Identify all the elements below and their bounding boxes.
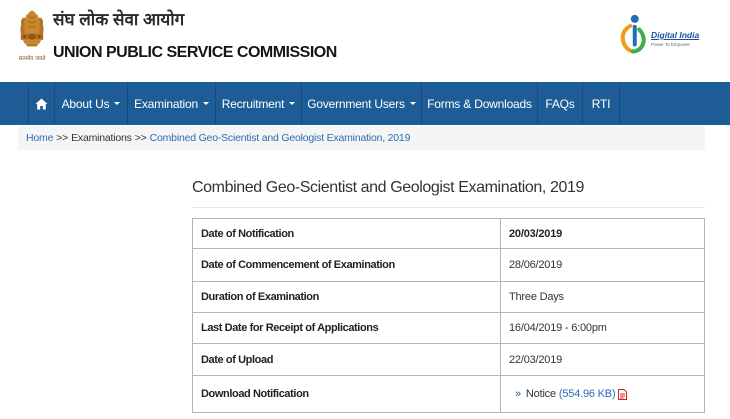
nav-item-government-users[interactable]: Government Users	[302, 82, 422, 125]
digital-india-tagline: Power To Empower	[651, 42, 690, 47]
nav-item-home[interactable]	[28, 82, 55, 125]
detail-label: Date of Upload	[192, 343, 501, 376]
nav-item-forms-downloads[interactable]: Forms & Downloads	[422, 82, 538, 125]
download-notice-link[interactable]: » Notice (554.96 KB)	[509, 388, 628, 400]
exam-details-table: Date of Notification 20/03/2019 Date of …	[192, 218, 705, 413]
breadcrumb-separator: >>	[56, 132, 69, 144]
page-title: Combined Geo-Scientist and Geologist Exa…	[192, 178, 705, 208]
detail-label: Date of Notification	[192, 218, 501, 249]
detail-label: Duration of Examination	[192, 281, 501, 313]
emblem-motto: सत्यमेव जयते	[18, 56, 46, 62]
breadcrumb: Home >> Examinations >> Combined Geo-Scienti…	[18, 126, 705, 150]
main-nav-list: About Us Examination Recruitment Governm…	[28, 82, 620, 125]
digital-india-logo-link[interactable]: Digital India Power To Empower	[616, 8, 706, 60]
site-title-english: UNION PUBLIC SERVICE COMMISSION	[53, 44, 337, 61]
nav-item-label: Examination	[134, 96, 198, 111]
pdf-icon[interactable]	[618, 388, 628, 400]
nav-item-label: FAQs	[545, 96, 575, 111]
table-row-download: Download Notification » Notice (554.96 K…	[192, 375, 705, 413]
caret-down-icon	[114, 102, 121, 105]
detail-label: Date of Commencement of Examination	[192, 248, 501, 282]
detail-label: Download Notification	[192, 375, 501, 413]
page: सत्यमेव जयते संघ लोक सेवा आयोग UNION PUB…	[0, 0, 730, 419]
nav-item-examination[interactable]: Examination	[128, 82, 216, 125]
breadcrumb-current-page-link[interactable]: Combined Geo-Scientist and Geologist Exa…	[150, 132, 411, 144]
digital-india-logo-icon	[620, 14, 646, 54]
breadcrumb-separator: >>	[134, 132, 147, 144]
exam-details-body: Date of Notification 20/03/2019 Date of …	[192, 218, 705, 413]
main-nav: About Us Examination Recruitment Governm…	[0, 82, 730, 125]
breadcrumb-home-link[interactable]: Home	[26, 132, 53, 144]
table-row: Date of Upload 22/03/2019	[192, 343, 705, 376]
table-row: Date of Notification 20/03/2019	[192, 218, 705, 249]
nav-item-label: RTI	[591, 96, 611, 111]
table-row: Last Date for Receipt of Applications 16…	[192, 312, 705, 344]
nav-item-label: Forms & Downloads	[427, 96, 532, 111]
detail-value: 22/03/2019	[500, 343, 705, 376]
detail-label: Last Date for Receipt of Applications	[192, 312, 501, 344]
caret-down-icon	[409, 102, 416, 105]
site-logo-link[interactable]: सत्यमेव जयते संघ लोक सेवा आयोग UNION PUB…	[0, 0, 380, 82]
table-row: Duration of Examination Three Days	[192, 281, 705, 313]
nav-item-faqs[interactable]: FAQs	[538, 82, 583, 125]
national-emblem-icon	[20, 10, 44, 47]
main-content: Combined Geo-Scientist and Geologist Exa…	[192, 178, 705, 413]
detail-value: 28/06/2019	[500, 248, 705, 282]
home-icon	[35, 98, 48, 109]
caret-down-icon	[289, 102, 296, 105]
detail-value: Three Days	[500, 281, 705, 313]
nav-item-label: About Us	[61, 96, 110, 111]
nav-item-label: Recruitment	[221, 96, 285, 111]
nav-item-rti[interactable]: RTI	[583, 82, 620, 125]
notice-file-size-link[interactable]: (554.96 KB)	[559, 388, 616, 400]
detail-value-download: » Notice (554.96 KB)	[500, 375, 705, 413]
nav-item-label: Government Users	[307, 96, 405, 111]
detail-value: 16/04/2019 - 6:00pm	[500, 312, 705, 344]
nav-item-about-us[interactable]: About Us	[55, 82, 128, 125]
nav-item-recruitment[interactable]: Recruitment	[216, 82, 302, 125]
digital-india-title: Digital India	[651, 30, 700, 40]
table-row: Date of Commencement of Examination 28/0…	[192, 248, 705, 282]
site-header: सत्यमेव जयते संघ लोक सेवा आयोग UNION PUB…	[0, 0, 730, 82]
site-title-hindi: संघ लोक सेवा आयोग	[53, 10, 185, 29]
bullet-icon: »	[515, 388, 521, 400]
breadcrumb-examinations: Examinations	[71, 132, 132, 144]
caret-down-icon	[202, 102, 209, 105]
detail-value: 20/03/2019	[500, 218, 705, 249]
notice-link-text: Notice	[525, 388, 556, 400]
